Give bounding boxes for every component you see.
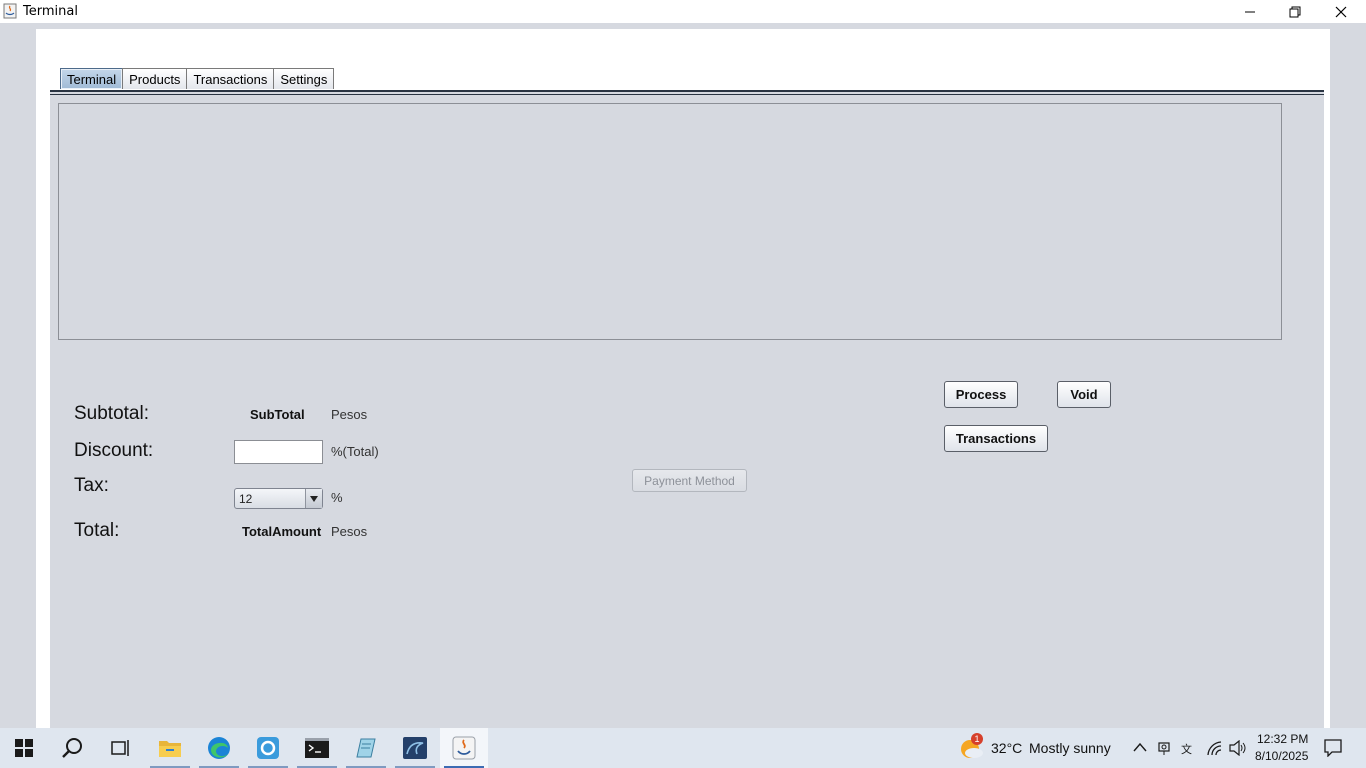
mysql-workbench-icon [403,737,427,759]
close-button[interactable] [1318,0,1364,23]
subtotal-label: Subtotal: [74,403,149,424]
window-title: Terminal [23,4,78,19]
discount-label: Discount: [74,440,154,461]
minimize-icon [1245,11,1255,12]
tax-unit: % [331,490,343,505]
tab-divider [50,90,1324,92]
file-explorer-icon [159,741,181,757]
language-icon[interactable]: 文 [1181,740,1197,756]
tab-bar: Terminal Products Transactions Settings [60,68,335,90]
notification-icon[interactable] [1324,739,1342,757]
tab-products[interactable]: Products [122,68,188,89]
void-button[interactable]: Void [1057,381,1111,408]
terminal-icon [305,738,329,758]
restore-button[interactable] [1272,0,1318,23]
task-view-button[interactable] [96,728,144,768]
subtotal-unit: Pesos [331,407,368,422]
discount-input[interactable] [234,440,323,464]
camera-icon[interactable] [1158,740,1172,756]
search-icon [62,738,82,758]
notepad-icon [356,738,376,758]
taskbar-edge[interactable] [195,728,243,768]
total-value: TotalAmount [242,524,322,539]
total-label: Total: [74,520,120,541]
transactions-button[interactable]: Transactions [944,425,1048,452]
subtotal-value: SubTotal [250,407,305,422]
tab-terminal[interactable]: Terminal [60,68,124,89]
weather-description[interactable]: Mostly sunny [1029,740,1111,756]
taskbar-mysql-workbench[interactable] [391,728,439,768]
task-view-icon [111,740,129,756]
java-icon [452,736,476,760]
window-titlebar: Terminal [0,0,1366,23]
taskbar-file-explorer[interactable] [146,728,194,768]
tab-divider-inner [50,94,1324,95]
process-button[interactable]: Process [944,381,1018,408]
tab-transactions[interactable]: Transactions [186,68,275,89]
app-icon [257,737,279,759]
search-button[interactable] [48,728,96,768]
window-frame-left [36,91,50,728]
tax-dropdown[interactable]: 12 [234,488,323,509]
close-icon [1335,6,1347,17]
tax-selected-value: 12 [239,492,253,506]
clock-date[interactable]: 8/10/2025 [1255,749,1308,763]
taskbar: 1 32°C Mostly sunny 文 12:32 PM 8/10/2025 [0,728,1366,768]
svg-text:文: 文 [1181,742,1192,756]
dropdown-arrow-icon[interactable] [305,489,322,508]
weather-temperature[interactable]: 32°C [991,740,1022,756]
start-button[interactable] [0,728,48,768]
clock-time[interactable]: 12:32 PM [1257,732,1308,746]
taskbar-terminal[interactable] [293,728,341,768]
payment-method-button[interactable]: Payment Method [632,469,747,492]
volume-icon[interactable] [1229,740,1247,756]
window-frame-right [1324,91,1330,728]
tab-settings[interactable]: Settings [273,68,335,89]
tax-label: Tax: [74,475,109,496]
restore-icon [1289,6,1301,17]
java-icon [3,3,17,19]
taskbar-java[interactable] [440,728,488,768]
taskbar-notepad[interactable] [342,728,390,768]
edge-icon [208,737,230,759]
wifi-icon[interactable] [1206,740,1222,756]
weather-badge: 1 [971,733,983,745]
minimize-button[interactable] [1227,0,1273,23]
start-icon [15,739,33,757]
total-unit: Pesos [331,524,368,539]
taskbar-app[interactable] [244,728,292,768]
cart-table-area[interactable] [58,103,1282,340]
discount-unit: %(Total) [331,444,379,459]
chevron-up-icon[interactable] [1133,741,1147,753]
